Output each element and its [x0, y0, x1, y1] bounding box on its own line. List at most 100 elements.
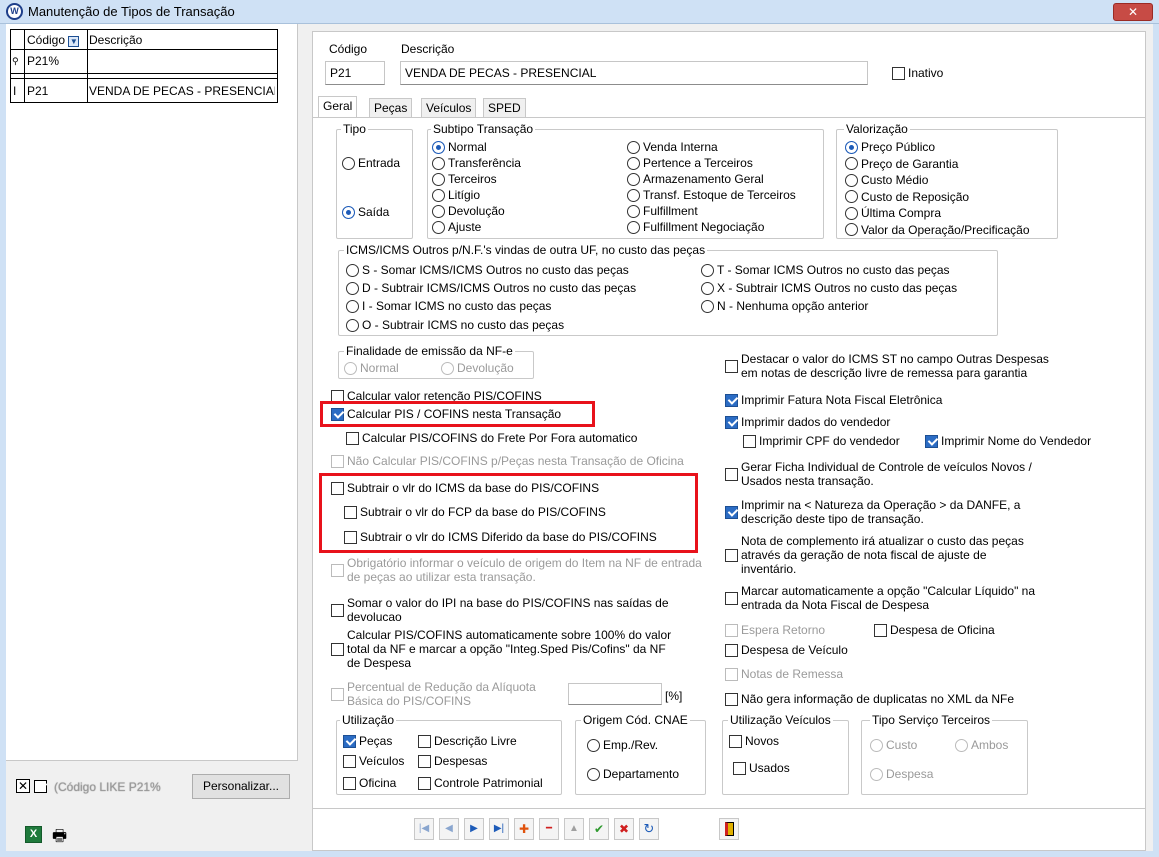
subtipo-option-radio[interactable]: Transferência	[432, 156, 521, 170]
sub-icms-checkbox[interactable]: Subtrair o vlr do ICMS da base do PIS/CO…	[331, 481, 599, 495]
valorizacao-option-radio[interactable]: Custo Médio	[845, 173, 928, 187]
customize-button[interactable]: Personalizar...	[192, 774, 290, 799]
column-header-description[interactable]: Descrição	[89, 33, 142, 47]
valorizacao-option-radio[interactable]: Valor da Operação/Precificação	[845, 223, 1030, 237]
icms-option-radio[interactable]: S - Somar ICMS/ICMS Outros no custo das …	[346, 263, 629, 277]
sub-icms-diferido-checkbox[interactable]: Subtrair o vlr do ICMS Diferido da base …	[344, 530, 657, 544]
icms-option-radio[interactable]: T - Somar ICMS Outros no custo das peças	[701, 263, 950, 277]
table-row-description[interactable]: VENDA DE PECAS - PRESENCIAL	[89, 84, 275, 98]
imprimir-cpf-checkbox[interactable]: Imprimir CPF do vendedor	[743, 434, 900, 448]
finalidade-group-title: Finalidade de emissão da NF-e	[344, 344, 515, 358]
origem-emp-radio[interactable]: Emp./Rev.	[587, 738, 658, 752]
nao-gera-duplicatas-checkbox[interactable]: Não gera informação de duplicatas no XML…	[725, 692, 1014, 706]
icms-option-radio[interactable]: O - Subtrair ICMS no custo das peças	[346, 318, 564, 332]
valorizacao-option-radio[interactable]: Custo de Reposição	[845, 190, 969, 204]
veiculos-usados-checkbox[interactable]: Usados	[733, 761, 790, 775]
gerar-ficha-checkbox[interactable]: Gerar Ficha Individual de Controle de ve…	[725, 460, 1041, 488]
description-input[interactable]: VENDA DE PECAS - PRESENCIAL	[400, 61, 868, 85]
code-input[interactable]: P21	[325, 61, 385, 85]
origem-departamento-radio[interactable]: Departamento	[587, 767, 679, 781]
somar-ipi-checkbox[interactable]: Somar o valor do IPI na base do PIS/COFI…	[331, 596, 707, 624]
calc-100-checkbox[interactable]: Calcular PIS/COFINS automaticamente sobr…	[331, 628, 677, 670]
nao-calc-checkbox[interactable]: Não Calcular PIS/COFINS p/Peças nesta Tr…	[331, 454, 684, 468]
subtipo-option-radio[interactable]: Pertence a Terceiros	[627, 156, 753, 170]
valorizacao-option-radio[interactable]: Preço de Garantia	[845, 157, 958, 171]
tipo-entrada-radio[interactable]: Entrada	[342, 156, 400, 170]
imprimir-nome-checkbox[interactable]: Imprimir Nome do Vendedor	[925, 434, 1091, 448]
subtipo-option-radio[interactable]: Transf. Estoque de Terceiros	[627, 188, 796, 202]
percentual-checkbox[interactable]: Percentual de Redução da Alíquota Básica…	[331, 680, 537, 708]
subtipo-option-radio[interactable]: Fulfillment	[627, 204, 698, 218]
table-row-code[interactable]: P21	[27, 84, 48, 98]
subtipo-option-radio[interactable]: Normal	[432, 140, 487, 154]
filter-dropdown-icon[interactable]: ▼	[68, 36, 80, 47]
utilizacao-controle-patrimonial-checkbox[interactable]: Controle Patrimonial	[418, 776, 543, 790]
tab-pecas[interactable]: Peças	[369, 98, 413, 118]
confirm-button[interactable]: ✔	[589, 818, 609, 840]
valorizacao-option-radio[interactable]: Última Compra	[845, 206, 941, 220]
percentual-input[interactable]	[568, 683, 662, 705]
frete-checkbox[interactable]: Calcular PIS/COFINS do Frete Por Fora au…	[346, 431, 637, 445]
valorizacao-option-radio[interactable]: Preço Público	[845, 140, 935, 154]
filter-code-input[interactable]: P21%	[27, 54, 59, 68]
utilizacao-pecas-checkbox[interactable]: Peças	[343, 734, 392, 748]
refresh-button[interactable]: ↻	[639, 818, 659, 840]
subtipo-option-radio[interactable]: Ajuste	[432, 220, 481, 234]
add-record-button[interactable]: ✚	[514, 818, 534, 840]
first-record-button[interactable]: |◀	[414, 818, 434, 840]
exit-door-icon[interactable]	[719, 818, 739, 840]
imprimir-natureza-checkbox[interactable]: Imprimir na < Natureza da Operação > da …	[725, 498, 1061, 526]
icms-option-radio[interactable]: X - Subtrair ICMS Outros no custo das pe…	[701, 281, 957, 295]
tab-veiculos[interactable]: Veículos	[421, 98, 477, 118]
inactive-checkbox[interactable]: Inativo	[892, 66, 943, 80]
cancel-button[interactable]: ✖	[614, 818, 634, 840]
despesa-oficina-checkbox[interactable]: Despesa de Oficina	[874, 623, 995, 637]
subtipo-option-radio[interactable]: Venda Interna	[627, 140, 718, 154]
servico-ambos-radio[interactable]: Ambos	[955, 738, 1008, 752]
delete-record-button[interactable]: ━	[539, 818, 559, 840]
icms-group-title: ICMS/ICMS Outros p/N.F.'s vindas de outr…	[344, 243, 708, 257]
close-button[interactable]: ✕	[1113, 3, 1153, 21]
excel-export-icon[interactable]: X	[25, 826, 42, 843]
utilizacao-veiculos-checkbox[interactable]: Veículos	[343, 754, 404, 768]
notas-remessa-checkbox[interactable]: Notas de Remessa	[725, 667, 843, 681]
utilizacao-descricao-livre-checkbox[interactable]: Descrição Livre	[418, 734, 517, 748]
records-grid[interactable]: Código ▼ Descrição ⚲ P21% I P21 VENDA DE…	[6, 24, 298, 851]
next-record-button[interactable]: ▶	[464, 818, 484, 840]
icms-option-radio[interactable]: I - Somar ICMS no custo das peças	[346, 299, 551, 313]
despesa-veiculo-checkbox[interactable]: Despesa de Veículo	[725, 643, 848, 657]
subtipo-option-radio[interactable]: Terceiros	[432, 172, 497, 186]
print-icon[interactable]: 🖶	[52, 825, 67, 852]
column-header-code[interactable]: Código ▼	[27, 33, 80, 47]
servico-despesa-radio[interactable]: Despesa	[870, 767, 933, 781]
calc-pis-cofins-checkbox[interactable]: Calcular PIS / COFINS nesta Transação	[331, 407, 561, 421]
destacar-checkbox[interactable]: Destacar o valor do ICMS ST no campo Out…	[725, 352, 1061, 380]
subtipo-option-radio[interactable]: Fulfillment Negociação	[627, 220, 764, 234]
enable-filter-checkbox[interactable]	[34, 780, 47, 793]
espera-retorno-checkbox[interactable]: Espera Retorno	[725, 623, 825, 637]
clear-filter-icon[interactable]: ✕	[16, 779, 30, 793]
prev-record-button[interactable]: ◀	[439, 818, 459, 840]
subtipo-option-radio[interactable]: Armazenamento Geral	[627, 172, 764, 186]
icms-option-radio[interactable]: D - Subtrair ICMS/ICMS Outros no custo d…	[346, 281, 636, 295]
obrigatorio-checkbox[interactable]: Obrigatório informar o veículo de origem…	[331, 556, 707, 584]
tab-geral[interactable]: Geral	[318, 96, 358, 118]
icms-option-radio[interactable]: N - Nenhuma opção anterior	[701, 299, 868, 313]
subtipo-option-radio[interactable]: Devolução	[432, 204, 505, 218]
edit-record-button[interactable]: ▲	[564, 818, 584, 840]
utilizacao-oficina-checkbox[interactable]: Oficina	[343, 776, 396, 790]
veiculos-novos-checkbox[interactable]: Novos	[729, 734, 779, 748]
tipo-saida-radio[interactable]: Saída	[342, 205, 389, 219]
finalidade-devolucao-radio[interactable]: Devolução	[441, 361, 514, 375]
servico-custo-radio[interactable]: Custo	[870, 738, 917, 752]
utilizacao-despesas-checkbox[interactable]: Despesas	[418, 754, 487, 768]
finalidade-normal-radio[interactable]: Normal	[344, 361, 399, 375]
last-record-button[interactable]: ▶|	[489, 818, 509, 840]
imprimir-fatura-checkbox[interactable]: Imprimir Fatura Nota Fiscal Eletrônica	[725, 393, 942, 407]
calcular-liquido-checkbox[interactable]: Marcar automaticamente a opção "Calcular…	[725, 584, 1061, 612]
sub-fcp-checkbox[interactable]: Subtrair o vlr do FCP da base do PIS/COF…	[344, 505, 606, 519]
subtipo-option-radio[interactable]: Litígio	[432, 188, 480, 202]
complemento-checkbox[interactable]: Nota de complemento irá atualizar o cust…	[725, 534, 1041, 576]
tab-sped[interactable]: SPED	[483, 98, 526, 118]
imprimir-vendedor-checkbox[interactable]: Imprimir dados do vendedor	[725, 415, 890, 429]
